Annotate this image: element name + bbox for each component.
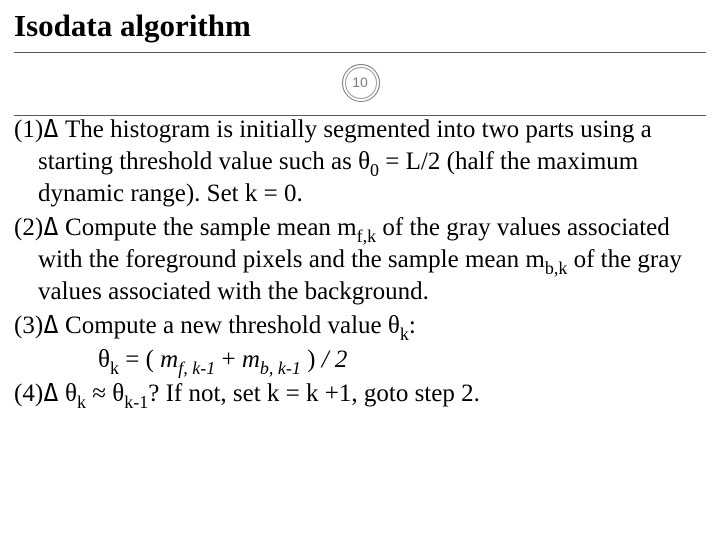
slide: Isodata algorithm 10 ߡ(1) The histogram … bbox=[0, 0, 720, 540]
list-item: ߡ(2) Compute the sample mean mf,k of the… bbox=[14, 212, 706, 308]
page-number-badge: 10 bbox=[339, 61, 381, 103]
bullet-icon: ߡ bbox=[43, 214, 59, 241]
bullet-icon: ߡ bbox=[43, 380, 59, 407]
divider-top bbox=[14, 52, 706, 53]
list-item: ߡ(4) θk ≈ θk-1? If not, set k = k +1, go… bbox=[14, 378, 706, 410]
body-text: ߡ(1) The histogram is initially segmente… bbox=[14, 114, 706, 412]
slide-title: Isodata algorithm bbox=[14, 8, 706, 48]
bullet-icon: ߡ bbox=[43, 116, 59, 143]
bullet-icon: ߡ bbox=[43, 312, 59, 339]
page-number: 10 bbox=[352, 74, 368, 90]
list-item: ߡ(1) The histogram is initially segmente… bbox=[14, 114, 706, 210]
formula-line: θk = ( mf, k-1 + mb, k-1 ) / 2 bbox=[14, 344, 706, 376]
list-item: ߡ(3) Compute a new threshold value θk: bbox=[14, 310, 706, 342]
